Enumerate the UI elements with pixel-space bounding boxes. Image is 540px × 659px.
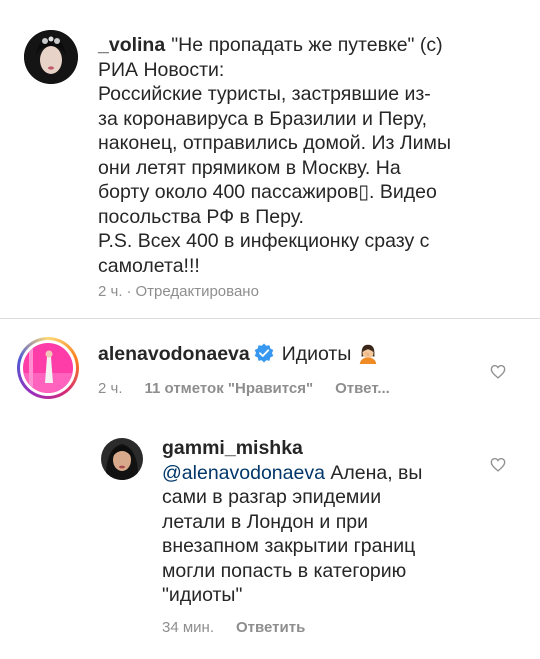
- reply-link[interactable]: Ответить: [236, 619, 305, 636]
- comment-line: могли попасть в категорию: [162, 559, 407, 582]
- avatar-image: [24, 30, 78, 84]
- comment-body: Идиоты: [281, 343, 352, 365]
- heart-outline-icon[interactable]: [490, 457, 506, 472]
- meta-separator: ·: [126, 283, 132, 300]
- comment-line: самолета!!!: [98, 254, 200, 277]
- comment-line: "идиоты": [162, 584, 243, 606]
- comment-text: alenavodonaeva Идиоты: [98, 342, 478, 367]
- comment-line: летали в Лондон и при: [162, 510, 369, 533]
- comment-gammi-mishka: gammi_mishka @alenavodonaeva Алена, вы с…: [0, 420, 540, 659]
- divider: [0, 318, 540, 319]
- comment-meta: 2 ч. · Отредактировано: [98, 283, 281, 300]
- comment-line: наконец, отправились домой. Из Лимы: [98, 132, 451, 154]
- comment-line: P.S. Всех 400 в инфекционку сразу с: [98, 230, 430, 252]
- timestamp: 2 ч.: [98, 380, 123, 397]
- comment-line: посольства РФ в Перу.: [98, 205, 304, 228]
- reply-link[interactable]: Ответ...: [335, 380, 390, 397]
- facepalm-emoji-icon: [360, 344, 377, 364]
- comment-line: они летят прямиком в Москву. На: [98, 156, 401, 179]
- username-gammi-mishka[interactable]: gammi_mishka: [162, 437, 303, 459]
- comment-body-first-line: "Не пропадать же путевке" (с): [171, 34, 443, 56]
- heart-outline-icon[interactable]: [490, 364, 506, 379]
- avatar-volina[interactable]: [24, 30, 78, 84]
- comment-meta: 2 ч. 11 отметок "Нравится" Ответ...: [98, 380, 390, 397]
- likes-count-link[interactable]: 11 отметок "Нравится": [145, 380, 314, 397]
- avatar-gammi-mishka[interactable]: [101, 438, 143, 480]
- comment-alenavodonaeva: alenavodonaeva Идиоты 2 ч. 11 отметок "Нр…: [0, 320, 540, 420]
- edited-label: Отредактировано: [135, 283, 259, 300]
- comment-text: _volina "Не пропадать же путевке" (с) РИА…: [98, 33, 518, 278]
- comment-volina: _volina "Не пропадать же путевке" (с) РИА…: [0, 0, 540, 330]
- comment-line: внезапном закрытии границ: [162, 535, 416, 557]
- comment-line: РИА Новости:: [98, 58, 225, 81]
- comment-meta: 34 мин. Ответить: [162, 619, 305, 636]
- comment-line: Российские туристы, застрявшие из-: [98, 83, 431, 105]
- comment-text: gammi_mishka @alenavodonaeva Алена, вы с…: [162, 436, 522, 608]
- comment-line: за коронавируса в Бразилии и Перу,: [98, 107, 427, 130]
- avatar-image: [101, 438, 143, 480]
- timestamp: 2 ч.: [98, 283, 123, 300]
- verified-badge-icon: [254, 343, 273, 363]
- username-alenavodonaeva[interactable]: alenavodonaeva: [98, 343, 250, 365]
- avatar-alenavodonaeva[interactable]: [23, 343, 73, 393]
- mention-link[interactable]: @alenavodonaeva: [162, 462, 325, 484]
- username-volina[interactable]: _volina: [98, 34, 165, 56]
- comment-body-first-line: Алена, вы: [330, 461, 423, 484]
- comment-line: борту около 400 пассажиров▯. Видео: [98, 181, 437, 203]
- timestamp: 34 мин.: [162, 619, 214, 636]
- comment-line: сами в разгар эпидемии: [162, 486, 382, 508]
- avatar-image: [23, 343, 73, 393]
